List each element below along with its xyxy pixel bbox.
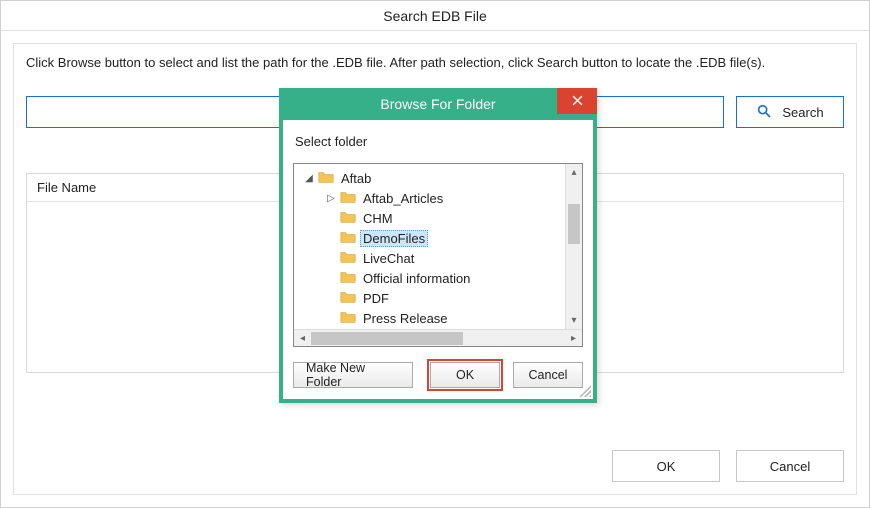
horizontal-scrollbar[interactable]: ◂ ▸ [294,329,582,346]
tree-node-label: CHM [360,211,396,226]
search-icon [756,103,772,122]
tree-node[interactable]: Press Release [296,308,580,328]
close-button[interactable] [557,88,597,114]
cancel-button[interactable]: Cancel [736,450,844,482]
tree-node[interactable]: Official information [296,268,580,288]
close-icon [572,89,583,113]
window-title: Search EDB File [1,1,869,31]
tree-node-label: PDF [360,291,392,306]
modal-cancel-button[interactable]: Cancel [513,362,583,388]
vertical-scrollbar[interactable]: ▴ ▾ [565,164,582,329]
ok-button[interactable]: OK [612,450,720,482]
instruction-text: Click Browse button to select and list t… [26,54,806,72]
tree-node-label: Aftab_Articles [360,191,446,206]
folder-tree[interactable]: ◢ Aftab ▷ Aftab_Articles CHM [294,164,582,329]
modal-actions: Make New Folder OK Cancel [293,359,583,391]
folder-icon [340,210,356,226]
tree-node-label: DemoFiles [360,230,428,247]
tree-node-label: Aftab [338,171,374,186]
scroll-track[interactable] [311,332,565,345]
tree-node[interactable]: PDF [296,288,580,308]
resize-grip-icon[interactable] [579,385,591,397]
tree-node-label: Press Release [360,311,451,326]
folder-icon [340,230,356,246]
browse-folder-dialog: Browse For Folder Select folder ◢ Aftab … [279,88,597,403]
dialog-buttons: OK Cancel [612,450,844,482]
expand-icon[interactable]: ▷ [326,193,336,204]
folder-icon [340,250,356,266]
tree-node[interactable]: LiveChat [296,248,580,268]
modal-label: Select folder [295,134,583,149]
modal-title-text: Browse For Folder [380,96,495,112]
folder-tree-container: ◢ Aftab ▷ Aftab_Articles CHM [293,163,583,347]
folder-icon [340,310,356,326]
make-new-folder-button[interactable]: Make New Folder [293,362,413,388]
modal-title: Browse For Folder [283,92,593,120]
tree-node-label: Official information [360,271,473,286]
search-button[interactable]: Search [736,96,844,128]
scroll-left-icon[interactable]: ◂ [294,333,311,344]
folder-icon [318,170,334,186]
collapse-icon[interactable]: ◢ [304,173,314,184]
tree-node[interactable]: CHM [296,208,580,228]
folder-icon [340,290,356,306]
scroll-up-icon[interactable]: ▴ [566,164,582,181]
folder-icon [340,270,356,286]
scroll-down-icon[interactable]: ▾ [566,312,582,329]
modal-ok-button[interactable]: OK [430,362,500,388]
scroll-thumb[interactable] [311,332,463,345]
tree-node-selected[interactable]: DemoFiles [296,228,580,248]
search-button-label: Search [782,105,823,120]
scroll-right-icon[interactable]: ▸ [565,333,582,344]
tree-node[interactable]: ▷ Aftab_Articles [296,188,580,208]
folder-icon [340,190,356,206]
ok-button-highlight: OK [427,359,503,391]
modal-body: Select folder ◢ Aftab ▷ Aftab_Articles [283,120,593,399]
tree-node-label: LiveChat [360,251,417,266]
scroll-thumb[interactable] [568,204,580,244]
tree-node-root[interactable]: ◢ Aftab [296,168,580,188]
